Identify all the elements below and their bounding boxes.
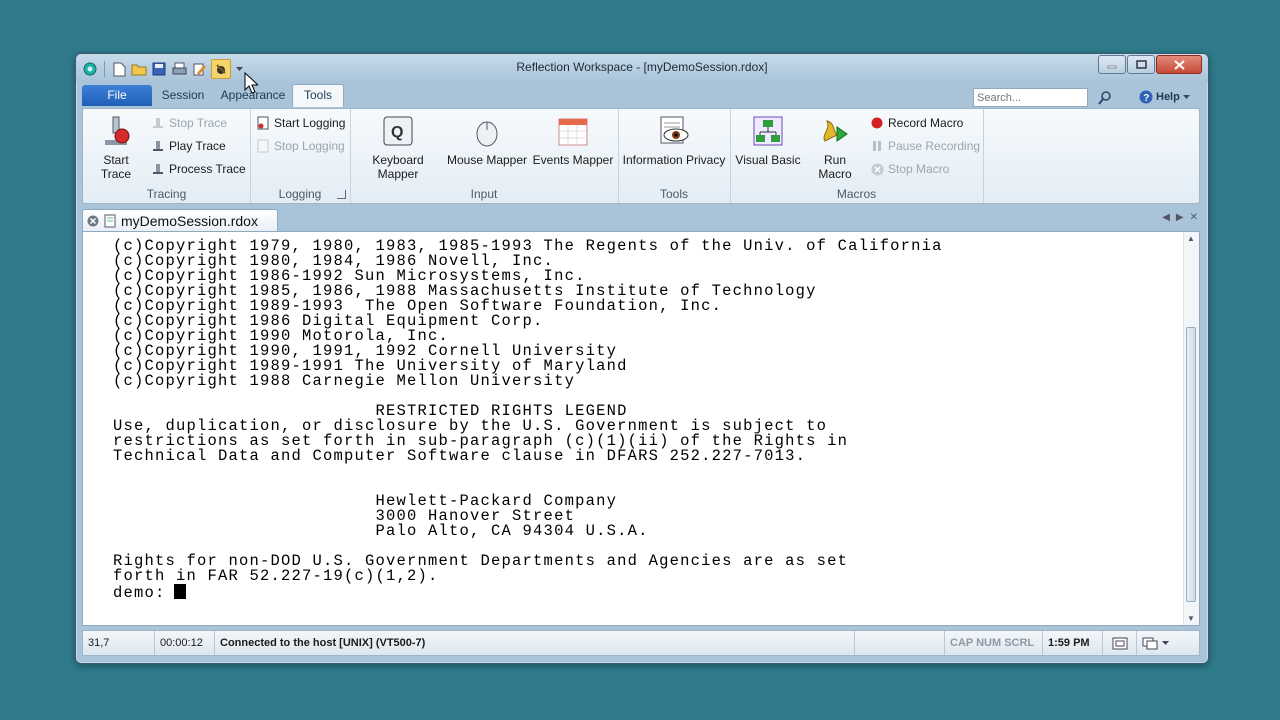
keyboard-indicators: CAP NUM SCRL xyxy=(945,631,1043,655)
tab-file[interactable]: File xyxy=(82,85,152,106)
stop-macro-button[interactable]: Stop Macro xyxy=(870,162,949,176)
stop-trace-button[interactable]: Stop Trace xyxy=(151,116,227,130)
screen-view-button[interactable] xyxy=(1103,631,1137,655)
keyboard-mapper-button[interactable]: Q Keyboard Mapper xyxy=(352,113,444,181)
windows-icon xyxy=(1142,637,1158,649)
terminal-output: (c)Copyright 1979, 1980, 1983, 1985-1993… xyxy=(113,237,943,602)
group-tools: Information Privacy Tools xyxy=(618,109,731,203)
terminal-line: Technical Data and Computer Software cla… xyxy=(113,447,807,465)
group-label-input: Input xyxy=(470,187,498,201)
terminal-line: (c)Copyright 1988 Carnegie Mellon Univer… xyxy=(113,372,576,390)
minimize-icon xyxy=(1107,65,1117,68)
close-icon xyxy=(1173,59,1185,70)
start-logging-icon xyxy=(256,116,270,130)
terminal-line: Palo Alto, CA 94304 U.S.A. xyxy=(113,522,649,540)
terminal-line: forth in FAR 52.227-19(c)(1,2). xyxy=(113,567,439,585)
svg-text:?: ? xyxy=(1143,93,1149,104)
scroll-up-icon[interactable]: ▲ xyxy=(1187,234,1195,243)
chevron-down-icon xyxy=(1182,94,1190,99)
stop-logging-button[interactable]: Stop Logging xyxy=(256,139,345,153)
scroll-down-icon[interactable]: ▼ xyxy=(1187,614,1195,623)
close-button[interactable] xyxy=(1156,55,1202,74)
help-icon: ? xyxy=(1139,90,1153,104)
process-trace-button[interactable]: Process Trace xyxy=(151,162,246,176)
search-icon xyxy=(1098,91,1111,105)
group-logging: Start Logging Stop Logging Logging xyxy=(250,109,351,203)
record-macro-button[interactable]: Record Macro xyxy=(870,116,963,130)
chevron-down-icon xyxy=(1162,640,1169,645)
keyboard-mapper-icon: Q xyxy=(380,113,416,149)
tab-tools[interactable]: Tools xyxy=(292,84,344,107)
group-tracing: Start Trace Stop Trace Play Trace Proces… xyxy=(83,109,251,203)
start-trace-label: Start Trace xyxy=(100,153,132,181)
group-macros: Visual Basic Run Macro Record Macro Paus… xyxy=(730,109,984,203)
stop-logging-icon xyxy=(256,139,270,153)
svg-text:Q: Q xyxy=(391,124,403,141)
terminal-lines: (c)Copyright 1979, 1980, 1983, 1985-1993… xyxy=(113,237,943,585)
run-macro-icon xyxy=(817,113,853,149)
logging-dialog-launcher[interactable] xyxy=(337,190,346,199)
search-button[interactable] xyxy=(1096,89,1114,107)
record-icon xyxy=(870,116,884,130)
start-trace-icon xyxy=(98,113,134,149)
visual-basic-icon xyxy=(750,113,786,149)
start-logging-button[interactable]: Start Logging xyxy=(256,116,345,130)
play-trace-icon xyxy=(151,139,165,153)
tab-session[interactable]: Session xyxy=(156,85,210,106)
document-tab[interactable]: myDemoSession.rdox xyxy=(82,209,278,231)
pause-recording-button[interactable]: Pause Recording xyxy=(870,139,980,153)
privacy-eye-icon xyxy=(656,113,692,149)
information-privacy-button[interactable]: Information Privacy xyxy=(622,113,726,167)
fullscreen-icon xyxy=(1112,637,1127,649)
tab-scroll-left-icon[interactable]: ◀ xyxy=(1162,212,1170,223)
window-controls xyxy=(1098,55,1202,74)
elapsed-time: 00:00:12 xyxy=(155,631,215,655)
visual-basic-button[interactable]: Visual Basic xyxy=(732,113,804,167)
mouse-mapper-button[interactable]: Mouse Mapper xyxy=(446,113,528,167)
session-document-icon xyxy=(104,214,116,227)
pause-icon xyxy=(870,139,884,153)
close-tab-icon[interactable] xyxy=(87,215,99,227)
connection-status: Connected to the host [UNIX] (VT500-7) xyxy=(215,631,855,655)
group-label-macros: Macros xyxy=(836,187,877,201)
group-label-logging: Logging xyxy=(278,187,322,201)
calendar-icon xyxy=(555,113,591,149)
terminal-screen[interactable]: (c)Copyright 1979, 1980, 1983, 1985-1993… xyxy=(82,231,1200,626)
stop-trace-icon xyxy=(151,116,165,130)
minimize-button[interactable] xyxy=(1098,55,1126,74)
help-label: Help xyxy=(1156,91,1180,103)
document-tab-strip: myDemoSession.rdox ◀ ▶ ✕ xyxy=(82,209,1200,231)
ribbon-panel: Start Trace Stop Trace Play Trace Proces… xyxy=(82,108,1200,204)
cursor-position: 31,7 xyxy=(83,631,155,655)
search-input[interactable] xyxy=(973,88,1088,107)
mouse-icon xyxy=(469,113,505,149)
tab-scroll-right-icon[interactable]: ▶ xyxy=(1176,212,1184,223)
mouse-pointer-icon xyxy=(244,72,258,94)
vertical-scrollbar[interactable]: ▲ ▼ xyxy=(1183,232,1199,625)
group-label-tracing: Tracing xyxy=(146,187,187,201)
maximize-icon xyxy=(1135,60,1147,69)
terminal-cursor xyxy=(173,584,186,599)
process-trace-icon xyxy=(151,162,165,176)
play-trace-button[interactable]: Play Trace xyxy=(151,139,226,153)
status-blank xyxy=(855,631,945,655)
status-bar: 31,7 00:00:12 Connected to the host [UNI… xyxy=(82,630,1200,656)
app-window: Reflection Workspace - [myDemoSession.rd… xyxy=(75,53,1209,664)
run-macro-button[interactable]: Run Macro xyxy=(806,113,864,181)
group-input: Q Keyboard Mapper Mouse Mapper Events Ma… xyxy=(350,109,619,203)
start-trace-button[interactable]: Start Trace xyxy=(87,113,145,181)
tab-navigation: ◀ ▶ ✕ xyxy=(1162,212,1198,223)
document-tab-label: myDemoSession.rdox xyxy=(121,212,258,229)
stop-icon xyxy=(870,162,884,176)
scrollbar-thumb[interactable] xyxy=(1186,327,1196,602)
help-button[interactable]: ? Help xyxy=(1139,90,1190,104)
window-layout-button[interactable] xyxy=(1137,631,1185,655)
maximize-button[interactable] xyxy=(1127,55,1155,74)
terminal-prompt: demo: xyxy=(113,584,166,602)
close-document-icon[interactable]: ✕ xyxy=(1190,212,1198,223)
group-label-tools: Tools xyxy=(659,187,688,201)
events-mapper-button[interactable]: Events Mapper xyxy=(530,113,616,167)
clock: 1:59 PM xyxy=(1043,631,1103,655)
